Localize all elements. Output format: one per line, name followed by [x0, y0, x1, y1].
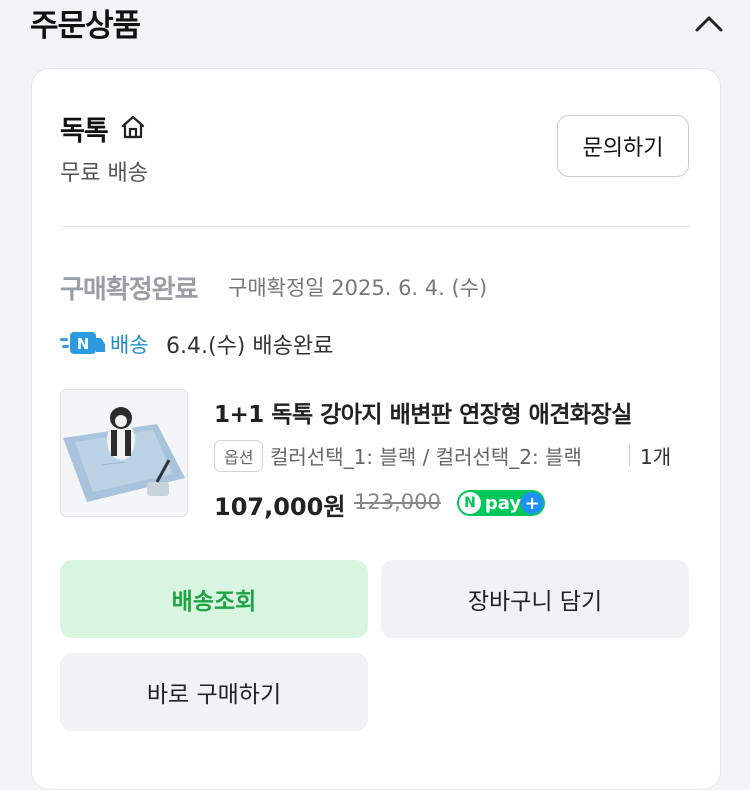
npay-plus-badge: N pay + — [457, 490, 545, 516]
npay-label: pay — [484, 492, 522, 514]
product-thumbnail[interactable] — [60, 389, 188, 517]
product-price: 107,000원 — [214, 493, 346, 521]
delivery-label: 배송 — [110, 333, 149, 357]
option-badge: 옵션 — [214, 440, 264, 472]
shipping-info: 무료 배송 — [60, 161, 148, 186]
order-status: 구매확정완료 — [60, 275, 199, 305]
confirm-date: 구매확정일 2025. 6. 4. (수) — [228, 276, 488, 300]
plus-icon: + — [521, 492, 543, 514]
svg-text:N: N — [77, 335, 90, 353]
inquiry-button[interactable]: 문의하기 — [557, 115, 689, 177]
seller-name[interactable]: 독톡 — [60, 109, 109, 148]
section-header: 주문상품 — [0, 0, 750, 60]
section-title: 주문상품 — [30, 8, 141, 44]
add-to-cart-button[interactable]: 장바구니 담기 — [381, 560, 689, 638]
product-option: 컬러선택_1: 블랙 / 컬러선택_2: 블랙 — [270, 445, 582, 469]
chevron-up-icon[interactable] — [693, 10, 725, 36]
original-price: 123,000 — [354, 490, 441, 514]
naver-n-icon: N — [459, 492, 481, 514]
delivery-status: 6.4.(수) 배송완료 — [166, 334, 334, 359]
product-quantity: 1개 — [640, 445, 672, 469]
separator — [629, 444, 630, 466]
track-delivery-button[interactable]: 배송조회 — [60, 560, 368, 638]
delivery-truck-icon: N — [60, 331, 106, 357]
buy-now-button[interactable]: 바로 구매하기 — [60, 653, 368, 731]
product-name[interactable]: 1+1 독톡 강아지 배변판 연장형 애견화장실 — [214, 395, 694, 429]
divider — [60, 226, 690, 227]
order-card: 독톡 무료 배송 문의하기 구매확정완료 구매확정일 2025. 6. 4. (… — [31, 68, 721, 790]
store-home-icon[interactable] — [120, 114, 146, 140]
